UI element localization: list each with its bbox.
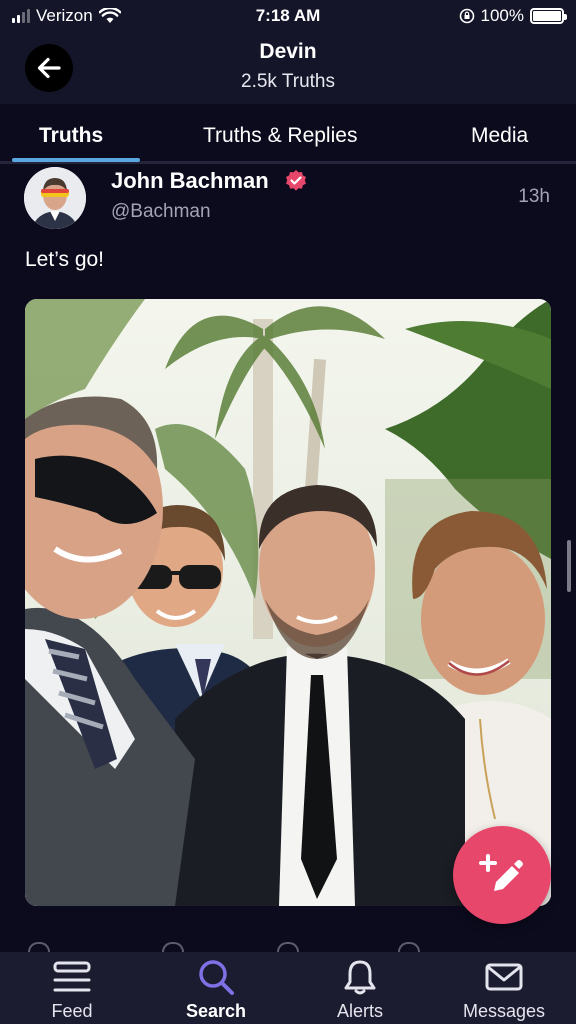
mail-icon bbox=[485, 963, 523, 991]
nav-feed[interactable]: Feed bbox=[0, 952, 144, 1024]
tab-truths[interactable]: Truths bbox=[39, 124, 103, 148]
battery-icon bbox=[530, 8, 567, 24]
status-bar: Verizon 7:18 AM 100% bbox=[0, 0, 576, 32]
nav-label-search: Search bbox=[185, 1001, 247, 1021]
share-icon[interactable] bbox=[398, 942, 420, 952]
retruth-icon[interactable] bbox=[162, 942, 184, 952]
author-handle[interactable]: @Bachman bbox=[111, 201, 211, 223]
tab-truths-and-replies[interactable]: Truths & Replies bbox=[203, 124, 357, 148]
nav-search[interactable]: Search bbox=[144, 952, 288, 1024]
author-name[interactable]: John Bachman bbox=[111, 168, 269, 194]
truth-count: 2.5k Truths bbox=[241, 71, 335, 92]
compose-pencil-icon bbox=[479, 854, 523, 891]
nav-alerts[interactable]: Alerts bbox=[288, 952, 432, 1024]
like-icon[interactable] bbox=[277, 942, 299, 952]
nav-label-messages: Messages bbox=[462, 1001, 546, 1021]
nav-label-feed: Feed bbox=[51, 1001, 93, 1021]
feed-icon bbox=[53, 961, 91, 992]
bottom-navigation: Feed Search Alerts Messages bbox=[0, 952, 576, 1024]
post-timestamp: 13h bbox=[518, 186, 550, 207]
nav-messages[interactable]: Messages bbox=[432, 952, 576, 1024]
post-text: Let’s go! bbox=[25, 248, 105, 271]
compose-button[interactable] bbox=[453, 826, 551, 924]
bell-icon bbox=[344, 960, 376, 995]
avatar[interactable] bbox=[24, 167, 86, 229]
battery-percent: 100% bbox=[480, 6, 524, 25]
verified-badge-icon bbox=[286, 170, 306, 191]
status-right: 100% bbox=[459, 6, 567, 26]
scrollbar[interactable] bbox=[567, 540, 571, 592]
profile-tabs: Truths Truths & Replies Media bbox=[0, 104, 576, 164]
post-actions-row bbox=[0, 938, 576, 952]
active-tab-indicator bbox=[12, 158, 140, 162]
profile-name: Devin bbox=[259, 40, 317, 63]
profile-header: Devin 2.5k Truths bbox=[0, 32, 576, 104]
post-photo[interactable] bbox=[25, 299, 551, 906]
search-icon bbox=[199, 960, 234, 995]
nav-label-alerts: Alerts bbox=[336, 1001, 383, 1021]
reply-icon[interactable] bbox=[28, 942, 50, 952]
tab-media[interactable]: Media bbox=[471, 124, 528, 148]
profile-screen: Verizon 7:18 AM 100% Devin 2.5k Truths T… bbox=[0, 0, 576, 1024]
rotation-lock-icon bbox=[459, 8, 474, 24]
